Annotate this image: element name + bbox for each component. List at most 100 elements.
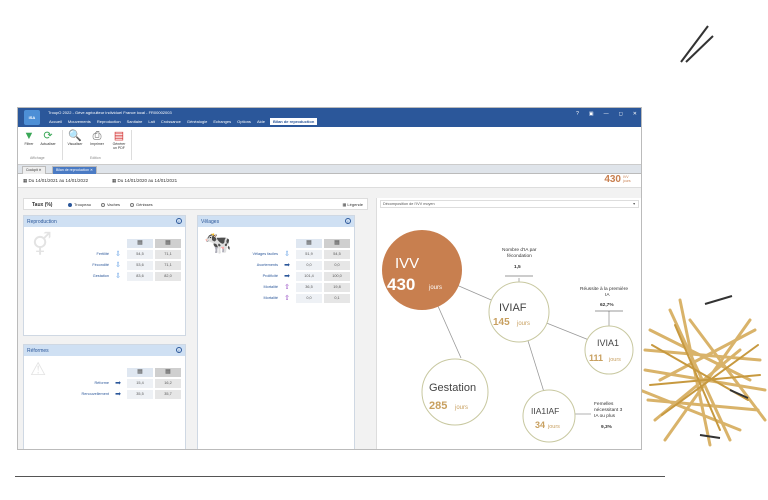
- iviaf-value: 145: [493, 317, 510, 328]
- nb-ia-value: 1,5: [514, 264, 521, 270]
- menu-mouvements[interactable]: Mouvements: [67, 118, 92, 125]
- close-icon[interactable]: ✕: [633, 111, 637, 117]
- layout-icon[interactable]: ▣: [589, 111, 594, 117]
- trend-arrow-icon: ⇧: [284, 284, 290, 291]
- filter-icon: ▼: [23, 130, 35, 142]
- row-label[interactable]: Vêlages faciles: [252, 252, 278, 256]
- help-icon[interactable]: ?: [576, 111, 579, 117]
- value-current: 36,5: [296, 283, 322, 292]
- iia1iaf-circle: [522, 389, 576, 443]
- panel-velages-header: Vêlages i: [198, 216, 354, 227]
- trend-arrow-icon: ⇧: [284, 295, 290, 302]
- radio-genisses[interactable]: Génisses: [130, 202, 153, 207]
- ivia1-unit: jours: [608, 357, 621, 363]
- row-label[interactable]: Gestation: [93, 274, 109, 278]
- ribbon-separator: [131, 130, 132, 160]
- reformes-table: ▦ ▦ Réforme ➡ 15,4 16,2 Renouvellement ➡ 35,5 35…: [24, 367, 187, 400]
- menu-lait[interactable]: Lait: [147, 118, 155, 125]
- iia1iaf-label: IIA1IAF: [531, 406, 559, 416]
- table-row: Avortements ➡ 0,0 0,0: [198, 260, 356, 271]
- ivv-summary-value: 430: [604, 174, 621, 185]
- iia1iaf-value: 34: [535, 420, 545, 430]
- radio-troupeau[interactable]: Troupeau: [68, 202, 91, 207]
- radio-vaches-label: Vaches: [107, 202, 121, 207]
- menu-accueil[interactable]: Accueil: [48, 118, 63, 125]
- period-current-icon: ▦: [296, 239, 322, 248]
- info-icon[interactable]: i: [345, 218, 351, 224]
- iia1iaf-node[interactable]: IIA1IAF 34 jours: [522, 389, 576, 443]
- row-label[interactable]: Mortalité: [263, 296, 278, 300]
- trend-arrow-icon: ➡: [284, 273, 290, 280]
- table-row: Mortalité ⇧ 0,0 0,1: [198, 293, 356, 304]
- radio-vaches[interactable]: Vaches: [101, 202, 120, 207]
- filter-label: Filtrer: [24, 142, 34, 146]
- iviaf-unit: jours: [516, 321, 530, 327]
- minimize-icon[interactable]: —: [604, 111, 609, 117]
- ivv-summary: 430 IVV jours: [604, 174, 630, 185]
- radio-genisses-label: Génisses: [136, 202, 153, 207]
- legend-label: Légende: [347, 202, 363, 207]
- table-header: ▦ ▦: [24, 238, 187, 249]
- menu-bilan-reproduction[interactable]: Bilan de reproduction: [269, 118, 318, 125]
- divider-line: [15, 476, 665, 477]
- preview-button[interactable]: 🔍 Visualiser: [67, 130, 83, 146]
- iia1iaf-unit: jours: [547, 424, 560, 430]
- value-current: 83,6: [127, 272, 153, 281]
- row-label[interactable]: Réforme: [94, 381, 109, 385]
- ivv-node[interactable]: IVV 430 jours: [382, 230, 462, 310]
- refresh-button[interactable]: ⟳ Actualiser: [40, 130, 56, 146]
- menu-croissance[interactable]: Croissance: [160, 118, 182, 125]
- refresh-icon: ⟳: [43, 130, 53, 142]
- gestation-node[interactable]: Gestation 285 jours: [421, 358, 489, 426]
- period-previous: ▦ Du 14/01/2020 au 14/01/2021: [112, 178, 178, 183]
- row-label[interactable]: Fécondité: [92, 263, 109, 267]
- gestation-value: 285: [429, 400, 447, 412]
- info-icon[interactable]: i: [176, 218, 182, 224]
- menu-sanitaire[interactable]: Sanitaire: [126, 118, 144, 125]
- femelles-label-2: nécessitant 3: [594, 407, 623, 413]
- table-row: Fertilité ⇩ 54,5 71,1: [24, 249, 187, 260]
- row-label[interactable]: Avortements: [257, 263, 278, 267]
- menu-options[interactable]: Options: [236, 118, 252, 125]
- legend-button[interactable]: ▦ Légende: [343, 202, 363, 207]
- trend-arrow-icon: ⇩: [115, 251, 121, 258]
- pdf-button[interactable]: ▤ Générer un PDF: [111, 130, 127, 150]
- table-header: ▦ ▦: [24, 367, 187, 378]
- app-logo: ISA: [24, 110, 40, 125]
- table-row: Vêlages faciles ⇩ 51,9 54,5: [198, 249, 356, 260]
- ribbon-separator: [62, 130, 63, 160]
- value-current: 35,5: [127, 390, 153, 399]
- nb-ia-label-1: Nombre d'IA par: [502, 247, 537, 253]
- row-label[interactable]: Renouvellement: [82, 392, 109, 396]
- menu-genealogie[interactable]: Généalogie: [186, 118, 208, 125]
- row-label[interactable]: Mortalité: [263, 285, 278, 289]
- reussite-label-1: Réussite à la première: [580, 286, 628, 292]
- iviaf-node[interactable]: IVIAF 145 jours: [488, 281, 550, 343]
- tab-cockpit[interactable]: Cockpit ✕: [22, 166, 46, 174]
- row-label[interactable]: Prolificité: [263, 274, 278, 278]
- tab-bilan-reproduction[interactable]: Bilan de reproduction ✕: [52, 166, 97, 174]
- ivia1-node[interactable]: IVIA1 111 jours: [584, 325, 634, 375]
- ivv-label: IVV: [395, 255, 419, 272]
- filter-button[interactable]: ▼ Filtrer: [21, 130, 37, 146]
- table-header: ▦ ▦: [198, 238, 356, 249]
- ribbon: ▼ Filtrer ⟳ Actualiser Affichage 🔍 Visua…: [18, 127, 641, 165]
- radio-troupeau-label: Troupeau: [74, 202, 91, 207]
- period-current-text: Du 14/01/2021 au 14/01/2022: [28, 178, 89, 183]
- period-previous-icon: ▦: [155, 239, 181, 248]
- value-current: 51,9: [296, 250, 322, 259]
- info-icon[interactable]: i: [176, 347, 182, 353]
- gestation-label: Gestation: [429, 382, 476, 394]
- panel-reproduction-header: Reproduction i: [24, 216, 185, 227]
- panel-reformes-title: Réformes: [27, 348, 49, 354]
- pen-illustration: [680, 25, 714, 63]
- menu-echanges[interactable]: Echanges: [212, 118, 232, 125]
- trend-arrow-icon: ➡: [115, 380, 121, 387]
- value-current: 101,4: [296, 272, 322, 281]
- maximize-icon[interactable]: ◻: [619, 111, 623, 117]
- print-button[interactable]: ⎙ Imprimer: [89, 130, 105, 146]
- menu-reproduction[interactable]: Reproduction: [96, 118, 122, 125]
- app-window: ISA TroupO 2022 - Gève agriculteur indiv…: [17, 107, 642, 450]
- row-label[interactable]: Fertilité: [97, 252, 109, 256]
- menu-aide[interactable]: Aide: [256, 118, 266, 125]
